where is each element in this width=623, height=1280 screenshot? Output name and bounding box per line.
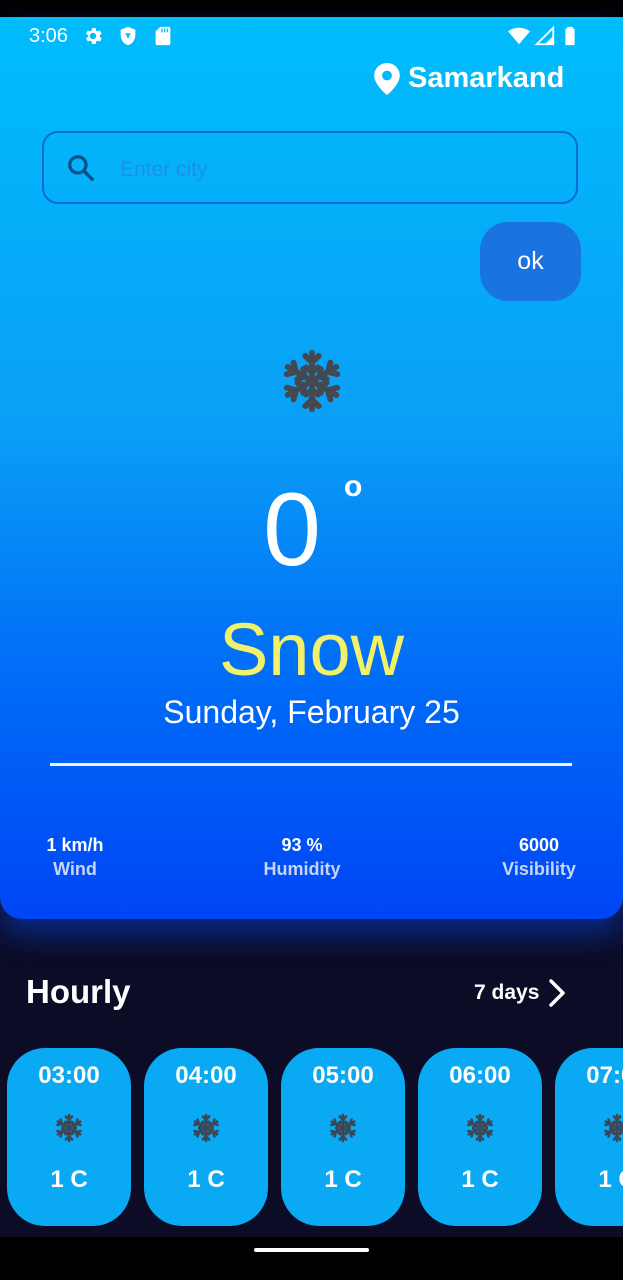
status-time: 3:06 <box>29 25 68 47</box>
hour-temp: 1 C <box>50 1166 88 1193</box>
divider <box>50 763 572 766</box>
hour-temp: 1 C <box>324 1166 362 1193</box>
stat-wind: 1 km/h Wind <box>33 833 117 881</box>
seven-days-label: 7 days <box>474 981 540 1004</box>
hour-temp: 1 C <box>187 1166 225 1193</box>
stat-humidity: 93 % Humidity <box>252 833 352 881</box>
stat-value: 93 % <box>281 835 323 855</box>
gear-icon <box>86 28 102 44</box>
hour-time: 04:00 <box>175 1062 237 1089</box>
stat-label: Visibility <box>502 859 576 879</box>
hour-time: 05:00 <box>312 1062 374 1089</box>
city-search-field[interactable] <box>42 131 578 204</box>
hourly-card[interactable]: 07:00 1 C <box>555 1048 623 1226</box>
stat-visibility: 6000 Visibility <box>490 833 588 881</box>
cell-signal-icon <box>534 25 555 46</box>
battery-icon <box>565 26 575 46</box>
status-bar-background <box>0 0 623 17</box>
current-date: Sunday, February 25 <box>163 694 460 730</box>
home-indicator[interactable] <box>254 1248 369 1252</box>
degree-symbol: o <box>344 470 363 503</box>
hourly-card[interactable]: 03:00 1 C <box>7 1048 131 1226</box>
snowflake-icon <box>192 1113 220 1143</box>
stat-label: Humidity <box>263 859 341 879</box>
stat-value: 1 km/h <box>46 835 104 855</box>
stat-value: 6000 <box>518 835 560 855</box>
city-search-input[interactable] <box>118 151 562 189</box>
hourly-title: Hourly <box>26 973 131 1010</box>
hour-temp: 1 C <box>598 1166 623 1193</box>
hourly-card[interactable]: 04:00 1 C <box>144 1048 268 1226</box>
hourly-card[interactable]: 06:00 1 C <box>418 1048 542 1226</box>
snowflake-icon <box>466 1113 494 1143</box>
search-icon <box>68 155 94 181</box>
hourly-card[interactable]: 05:00 1 C <box>281 1048 405 1226</box>
location-name: Samarkand <box>408 62 565 94</box>
chevron-right-icon <box>549 979 566 1007</box>
snowflake-icon <box>329 1113 357 1143</box>
hour-time: 07:00 <box>586 1062 623 1089</box>
seven-days-link[interactable]: 7 days <box>474 978 567 1008</box>
temperature-value: 0 <box>263 472 321 588</box>
snowflake-icon <box>55 1113 83 1143</box>
ok-button[interactable]: ok <box>480 222 581 301</box>
snowflake-icon <box>279 349 345 415</box>
location-header: Samarkand <box>374 62 564 95</box>
snowflake-icon <box>603 1113 623 1143</box>
hour-time: 03:00 <box>38 1062 100 1089</box>
sd-card-icon <box>155 26 171 46</box>
stat-label: Wind <box>53 859 97 879</box>
wifi-icon <box>508 27 530 45</box>
navigation-bar <box>0 1237 623 1280</box>
shield-icon <box>120 26 136 46</box>
hour-temp: 1 C <box>461 1166 499 1193</box>
hour-time: 06:00 <box>449 1062 511 1089</box>
location-pin-icon <box>374 62 400 95</box>
weather-condition: Snow <box>218 608 405 691</box>
